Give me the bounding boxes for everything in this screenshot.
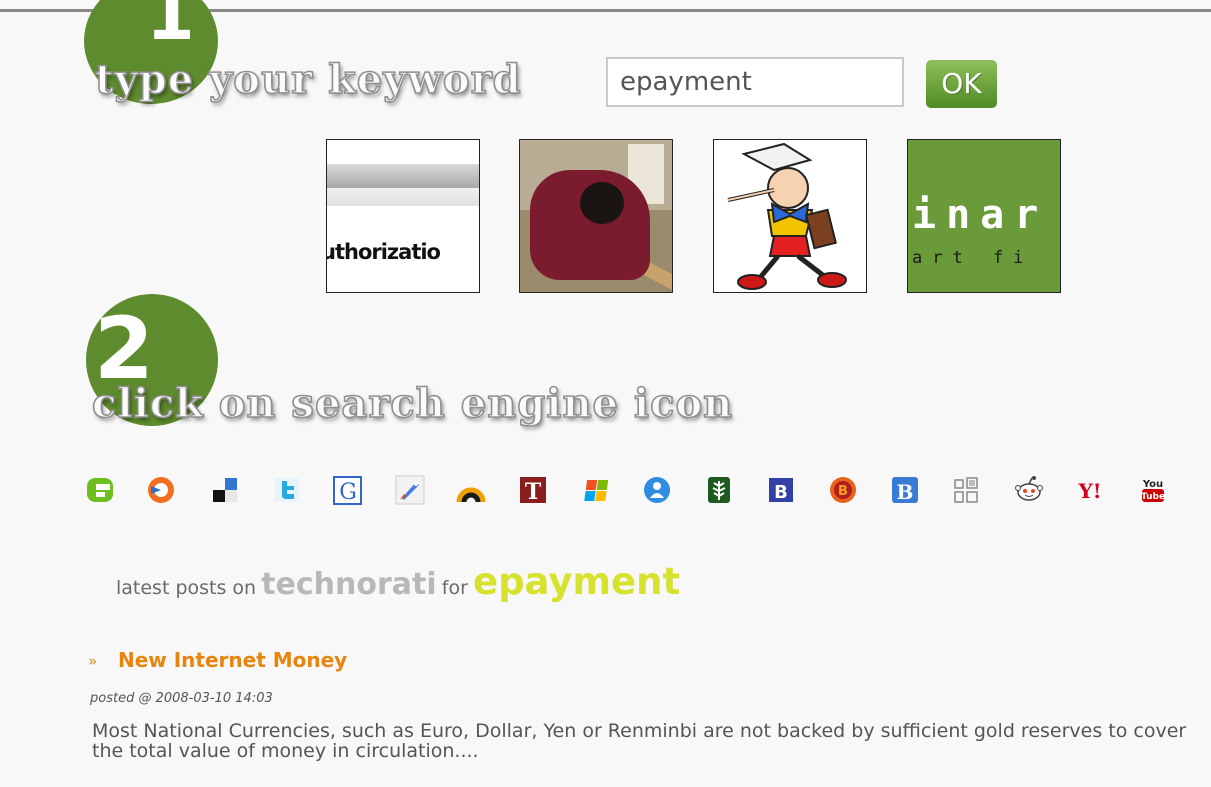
orange-circle-icon[interactable] [145, 474, 177, 506]
svg-text:Tube: Tube [1141, 492, 1165, 502]
search-input[interactable] [606, 57, 904, 107]
thumb-text: uthorizatio [326, 240, 441, 264]
rocket-icon[interactable] [394, 474, 426, 506]
step-2-heading: click on search engine icon [91, 379, 734, 428]
latest-prefix: latest posts on [116, 577, 257, 599]
search-engine-icons: G T B B B Y! You Tube [85, 474, 1185, 510]
step-1-heading: type your keyword [94, 55, 522, 104]
svg-text:B: B [838, 484, 848, 499]
youtube-icon[interactable]: You Tube [1137, 474, 1169, 506]
svg-text:B: B [774, 482, 788, 503]
blogger-b-icon[interactable]: B [889, 474, 921, 506]
post-excerpt: Most National Currencies, such as Euro, … [92, 720, 1187, 762]
green-banner-thumb[interactable]: inar art fi [907, 139, 1061, 293]
post-bullet-icon: » [88, 652, 98, 670]
b-square-icon[interactable]: B [765, 474, 797, 506]
reddit-icon[interactable] [1013, 474, 1045, 506]
svg-text:G: G [339, 480, 357, 505]
windows-icon[interactable] [579, 474, 611, 506]
t-block-icon[interactable]: T [517, 474, 549, 506]
latest-posts-heading: latest posts on technorati for epayment [116, 560, 680, 603]
svg-text:You: You [1142, 479, 1163, 490]
thumb-bar-light [327, 188, 479, 206]
latest-keyword: epayment [472, 560, 681, 603]
technorati-icon[interactable] [85, 474, 117, 506]
pinocchio-thumb[interactable] [713, 139, 867, 293]
delicious-icon[interactable] [209, 474, 241, 506]
post-title-link[interactable]: New Internet Money [118, 648, 347, 672]
banner-big-text: inar [912, 192, 1049, 238]
ok-button[interactable]: OK [926, 60, 997, 108]
google-icon[interactable]: G [332, 474, 364, 506]
svg-text:T: T [525, 479, 542, 505]
blue-circle-icon[interactable] [641, 474, 673, 506]
thumb-bar [327, 164, 479, 188]
thumb-hair [580, 182, 624, 224]
svg-text:Y!: Y! [1077, 479, 1101, 503]
pinocchio-illustration [714, 140, 866, 292]
grid-icon[interactable] [951, 474, 983, 506]
post-date: posted @ 2008-03-10 14:03 [90, 691, 273, 706]
twitter-icon[interactable] [271, 474, 303, 506]
svg-text:B: B [897, 480, 914, 504]
authorization-thumb[interactable]: uthorizatio [326, 139, 480, 293]
latest-connector: for [441, 577, 468, 599]
yahoo-icon[interactable]: Y! [1075, 474, 1107, 506]
latest-site: technorati [261, 567, 437, 602]
step-1-number: 1 [146, 0, 195, 56]
banner-small-text: art fi [912, 248, 1034, 268]
bebo-icon[interactable]: B [827, 474, 859, 506]
sleeping-person-thumb[interactable] [519, 139, 673, 293]
leaf-icon[interactable] [703, 474, 735, 506]
rainbow-arch-icon[interactable] [455, 474, 487, 506]
